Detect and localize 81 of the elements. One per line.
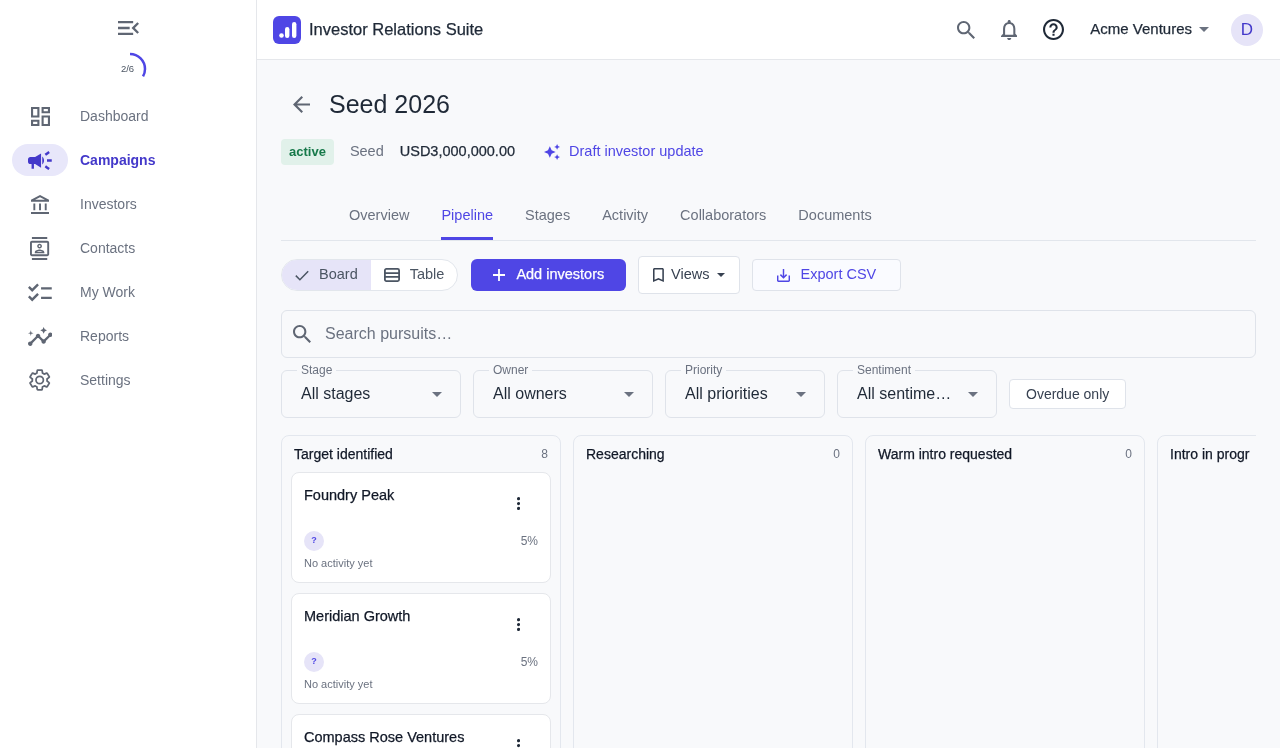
- page-title: Seed 2026: [329, 89, 450, 120]
- nav-item[interactable]: Reports: [0, 314, 256, 358]
- settings-icon: [29, 369, 51, 391]
- status-badge: active: [281, 139, 334, 165]
- investor-card[interactable]: Foundry Peak ? 5% No activity yet: [291, 472, 551, 583]
- nav-item[interactable]: Settings: [0, 358, 256, 402]
- filter-select[interactable]: Sentiment All sentime…: [837, 363, 997, 418]
- account-menu[interactable]: Acme Ventures: [1090, 18, 1209, 41]
- investor-name: Meridian Growth: [304, 607, 411, 626]
- checklist-icon: [28, 282, 52, 302]
- tab[interactable]: Collaborators: [680, 191, 767, 240]
- more-options-icon[interactable]: [516, 739, 520, 748]
- table-icon: [383, 268, 400, 282]
- search-icon[interactable]: [956, 20, 975, 39]
- filter-select[interactable]: Stage All stages: [281, 363, 461, 418]
- plus-icon: [493, 269, 506, 281]
- bookmark-icon: [653, 268, 665, 282]
- column-count: 0: [833, 446, 840, 463]
- export-csv-button[interactable]: Export CSV: [751, 259, 902, 291]
- more-options-icon[interactable]: [516, 497, 520, 510]
- owner-avatar: ?: [304, 652, 324, 672]
- more-options-icon[interactable]: [516, 618, 520, 631]
- nav-item[interactable]: Investors: [0, 182, 256, 226]
- tab[interactable]: Stages: [525, 191, 571, 240]
- probability-value: 5%: [520, 533, 538, 550]
- target-amount: USD3,000,000.00: [399, 142, 516, 162]
- contact-card-icon: [30, 236, 50, 260]
- filter-select[interactable]: Priority All priorities: [665, 363, 825, 418]
- investor-card[interactable]: Meridian Growth ? 5% No activity yet: [291, 593, 551, 704]
- download-icon: [776, 268, 790, 282]
- caret-icon: [1199, 27, 1209, 32]
- caret-icon: [716, 273, 725, 277]
- view-option[interactable]: Board: [282, 260, 371, 290]
- bank-icon: [30, 194, 49, 214]
- add-investors-button[interactable]: Add investors: [471, 259, 627, 291]
- tab[interactable]: Pipeline: [441, 191, 494, 240]
- round-label: Seed: [349, 142, 384, 162]
- app-title: Investor Relations Suite: [309, 19, 484, 41]
- bar-chart-logo-icon[interactable]: [273, 15, 301, 44]
- column-title: Target identified: [294, 445, 393, 464]
- search-icon: [293, 325, 311, 343]
- owner-avatar: ?: [304, 531, 324, 551]
- view-option[interactable]: Table: [370, 260, 458, 290]
- search-field[interactable]: Search pursuits…: [281, 310, 1256, 358]
- tab[interactable]: Activity: [602, 191, 649, 240]
- caret-icon: [968, 391, 978, 397]
- nav-item[interactable]: My Work: [0, 270, 256, 314]
- column-count: 8: [541, 446, 548, 463]
- draft-update-link[interactable]: Draft investor update: [544, 141, 704, 163]
- investor-name: Compass Rose Ventures: [304, 728, 465, 747]
- column-title: Intro in progr: [1170, 445, 1250, 464]
- nav-item[interactable]: Contacts: [0, 226, 256, 270]
- caret-icon: [432, 391, 442, 397]
- sparkle-chart-icon: [27, 326, 53, 346]
- dashboard-icon: [30, 106, 50, 126]
- caret-icon: [624, 391, 634, 397]
- investor-card[interactable]: Compass Rose Ventures: [291, 714, 551, 748]
- column-title: Warm intro requested: [878, 445, 1013, 464]
- sidebar-collapse-icon[interactable]: [117, 21, 139, 35]
- sparkle-icon: [544, 144, 561, 160]
- bell-icon[interactable]: [1000, 19, 1018, 40]
- investor-name: Foundry Peak: [304, 486, 395, 505]
- help-icon[interactable]: [1043, 19, 1065, 40]
- check-icon: [295, 269, 309, 281]
- nav-item[interactable]: Dashboard: [0, 94, 256, 138]
- caret-icon: [796, 391, 806, 397]
- nav-item[interactable]: Campaigns: [0, 138, 256, 182]
- activity-status: No activity yet: [304, 556, 374, 570]
- column-count: 0: [1125, 446, 1132, 463]
- probability-value: 5%: [520, 654, 538, 671]
- back-arrow-icon[interactable]: [293, 95, 310, 113]
- activity-status: No activity yet: [304, 677, 374, 691]
- views-button[interactable]: Views: [638, 256, 740, 294]
- filter-select[interactable]: Owner All owners: [473, 363, 653, 418]
- tab[interactable]: Overview: [349, 191, 410, 240]
- column-title: Researching: [586, 445, 665, 464]
- user-avatar[interactable]: D: [1231, 13, 1263, 46]
- progress-count: 2/6: [119, 63, 136, 75]
- megaphone-icon: [28, 150, 52, 170]
- overdue-filter-button[interactable]: Overdue only: [1009, 379, 1127, 409]
- tab[interactable]: Documents: [798, 191, 872, 240]
